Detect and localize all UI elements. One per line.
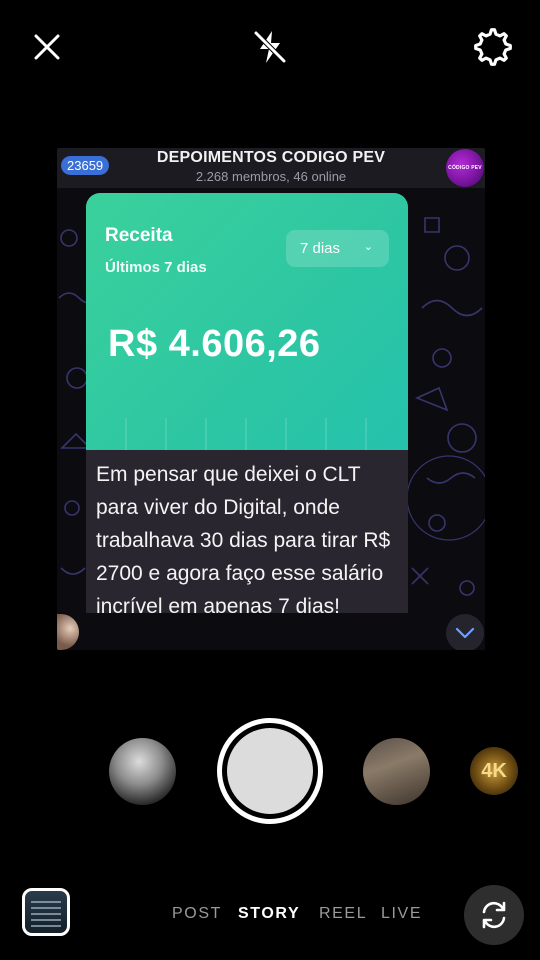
camera-top-bar — [0, 0, 540, 95]
bottom-bar: POST STORY REEL LIVE — [0, 880, 540, 960]
chevron-down-icon: ⌄ — [363, 241, 373, 253]
message-text: Em pensar que deixei o CLT para viver do… — [96, 463, 391, 613]
close-button[interactable] — [26, 26, 68, 68]
mode-story[interactable]: STORY — [238, 905, 300, 923]
revenue-label: Receita — [105, 225, 173, 246]
settings-button[interactable] — [472, 26, 514, 68]
chat-title: DEPOIMENTOS CODIGO PEV — [156, 149, 386, 166]
mode-post[interactable]: POST — [172, 905, 222, 923]
capture-row: 4K — [0, 718, 540, 824]
mode-selector: POST STORY REEL LIVE — [0, 905, 540, 925]
shutter-inner — [227, 728, 313, 814]
gear-icon — [474, 28, 512, 66]
flash-toggle-button[interactable] — [249, 26, 291, 68]
effect-thumbnail-building[interactable] — [363, 738, 430, 805]
flip-camera-icon — [482, 901, 506, 929]
shutter-button[interactable] — [217, 718, 323, 824]
effect-4k-label: 4K — [481, 759, 507, 782]
scroll-down-button[interactable] — [446, 614, 484, 650]
revenue-card-header: Receita Últimos 7 dias 7 dias ⌄ R$ 4.606… — [86, 193, 408, 450]
flash-off-icon — [253, 30, 287, 64]
close-icon — [34, 34, 60, 60]
message-bubble: Em pensar que deixei o CLT para viver do… — [86, 450, 408, 613]
telegram-chat-header: 23659 DEPOIMENTOS CODIGO PEV 2.268 membr… — [57, 148, 485, 188]
camera-preview: 23659 DEPOIMENTOS CODIGO PEV 2.268 membr… — [57, 148, 485, 650]
period-select: 7 dias ⌄ — [286, 230, 389, 267]
revenue-card: Receita Últimos 7 dias 7 dias ⌄ R$ 4.606… — [86, 193, 408, 613]
revenue-period: Últimos 7 dias — [105, 259, 207, 276]
flip-camera-button[interactable] — [464, 885, 524, 945]
effect-thumbnail-portrait[interactable] — [109, 738, 176, 805]
chat-avatar: CÓDIGO PEV — [446, 149, 484, 187]
mode-reel[interactable]: REEL — [319, 905, 367, 923]
effect-thumbnail-4k[interactable]: 4K — [470, 747, 518, 795]
chat-member-count: 2.268 membros, 46 online — [195, 169, 347, 184]
revenue-amount: R$ 4.606,26 — [108, 323, 321, 365]
period-select-value: 7 dias — [300, 240, 341, 257]
mode-live[interactable]: LIVE — [381, 905, 422, 923]
chevron-down-icon — [455, 627, 475, 639]
chart-gridlines — [125, 418, 367, 450]
